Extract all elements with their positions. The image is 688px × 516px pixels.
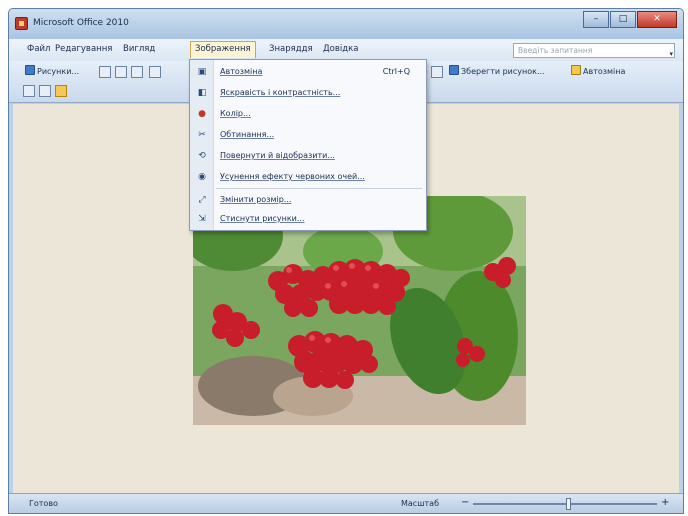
save-picture-icon [449, 65, 459, 75]
menu-item-brightness-contrast[interactable]: ◧ Яскравість і контрастність... [190, 84, 426, 102]
color-icon: ● [198, 109, 206, 119]
menu-item-label: Яскравість і контрастність... [220, 88, 341, 97]
application-window: Microsoft Office 2010 – □ ✕ Файл Редагув… [8, 8, 684, 514]
rotate-flip-icon: ⟲ [198, 151, 206, 161]
pictures-icon [25, 65, 35, 75]
menu-item-label: Обтинання... [220, 130, 275, 139]
zoom-in-icon[interactable]: + [661, 497, 669, 508]
chevron-down-icon[interactable]: ▾ [669, 50, 673, 58]
compress-icon: ⇲ [198, 214, 206, 224]
autocorrect-label: Автозміна [583, 67, 626, 76]
pictures-button[interactable]: Рисунки... [25, 64, 79, 80]
office-app-icon[interactable] [15, 17, 28, 30]
menu-file[interactable]: Файл [25, 44, 52, 54]
menu-tools[interactable]: Знаряддя [267, 44, 315, 54]
status-text: Готово [29, 499, 58, 508]
help-search-placeholder: Введіть запитання [518, 46, 593, 55]
rotate-icon[interactable] [431, 66, 443, 78]
print-icon[interactable] [115, 66, 127, 78]
maximize-button[interactable]: □ [610, 11, 636, 28]
menu-help[interactable]: Довідка [321, 44, 360, 54]
minimize-button[interactable]: – [583, 11, 609, 28]
red-eye-icon: ◉ [198, 172, 206, 182]
help-search-input[interactable]: Введіть запитання ▾ [513, 43, 675, 58]
menu-item-label: Змінити розмір... [220, 195, 292, 204]
menu-item-label: Автозміна [220, 67, 263, 76]
zoom-out-icon[interactable]: − [461, 497, 469, 508]
menu-item-autocorrect[interactable]: ▣ Автозміна Ctrl+Q [190, 63, 426, 81]
image-menu-dropdown: ▣ Автозміна Ctrl+Q ◧ Яскравість і контра… [189, 59, 427, 231]
undo-icon[interactable] [149, 66, 161, 78]
menu-item-crop[interactable]: ✂ Обтинання... [190, 126, 426, 144]
menu-item-label: Стиснути рисунки... [220, 214, 305, 223]
zoom-slider[interactable] [473, 498, 657, 510]
pictures-button-label: Рисунки... [37, 67, 80, 76]
window-controls: – □ ✕ [583, 11, 677, 28]
status-bar: Готово Масштаб − + [9, 493, 683, 513]
autocorrect-icon [571, 65, 581, 75]
resize-icon: ⤢ [198, 195, 206, 205]
menu-bar: Файл Редагування Вигляд Зображення Знаря… [9, 39, 683, 61]
thumbnail-view-icon[interactable] [55, 85, 67, 97]
menu-separator [216, 188, 422, 189]
menu-image[interactable]: Зображення [190, 41, 256, 58]
menu-edit[interactable]: Редагування [53, 44, 114, 54]
menu-view[interactable]: Вигляд [121, 44, 157, 54]
menu-item-resize[interactable]: ⤢ Змінити розмір... [190, 191, 426, 209]
title-bar[interactable]: Microsoft Office 2010 – □ ✕ [9, 9, 683, 39]
save-icon[interactable] [99, 66, 111, 78]
autocorrect-button[interactable]: Автозміна [571, 64, 625, 80]
menu-item-compress[interactable]: ⇲ Стиснути рисунки... [190, 210, 426, 228]
zoom-label: Масштаб [401, 499, 440, 508]
window-title: Microsoft Office 2010 [33, 18, 129, 28]
menu-item-label: Усунення ефекту червоних очей... [220, 172, 365, 181]
save-picture-button[interactable]: Зберегти рисунок... [449, 64, 545, 80]
save-picture-label: Зберегти рисунок... [461, 67, 545, 76]
email-icon[interactable] [131, 66, 143, 78]
zoom-slider-thumb[interactable] [565, 498, 571, 510]
menu-item-rotate-flip[interactable]: ⟲ Повернути й відобразити... [190, 147, 426, 165]
view-icon[interactable] [23, 85, 35, 97]
menu-item-color[interactable]: ● Колір... [190, 105, 426, 123]
brightness-contrast-icon: ◧ [197, 88, 207, 98]
menu-item-label: Колір... [220, 109, 251, 118]
menu-item-shortcut: Ctrl+Q [382, 67, 410, 76]
autocorrect-icon: ▣ [197, 67, 207, 77]
zoom-icon[interactable] [39, 85, 51, 97]
menu-item-label: Повернути й відобразити... [220, 151, 335, 160]
crop-icon: ✂ [198, 130, 206, 140]
menu-item-red-eye[interactable]: ◉ Усунення ефекту червоних очей... [190, 168, 426, 186]
close-button[interactable]: ✕ [637, 11, 677, 28]
